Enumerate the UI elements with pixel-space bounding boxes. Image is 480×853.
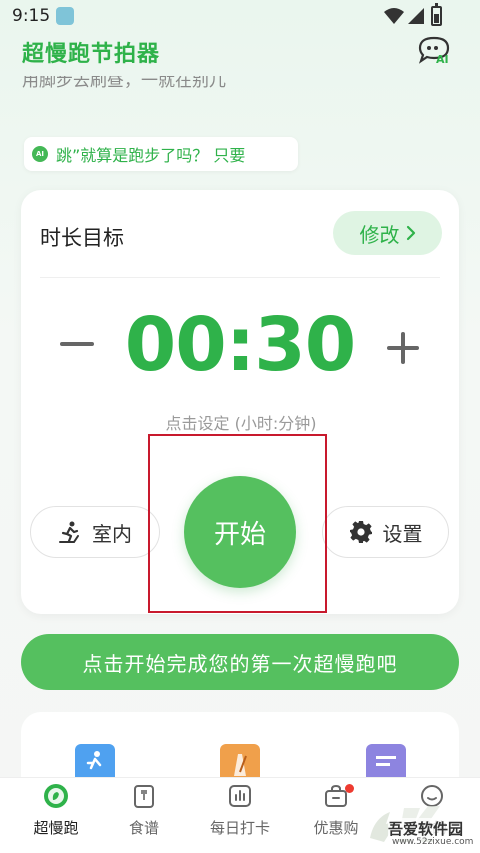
watermark-url: www.52zixue.com — [392, 837, 474, 847]
list-feature-icon[interactable] — [366, 744, 406, 778]
metronome-feature-icon[interactable] — [220, 744, 260, 778]
indoor-label: 室内 — [92, 521, 132, 546]
goal-label: 时长目标 — [40, 226, 124, 250]
app-title: 超慢跑节拍器 — [22, 42, 161, 67]
signal-icon — [408, 8, 424, 24]
app-notification-icon — [56, 7, 74, 25]
tab-label: 优惠购 — [313, 819, 359, 837]
modify-label: 修改 — [359, 222, 400, 247]
recipe-book-icon — [134, 785, 154, 808]
tab-label: 超慢跑 — [33, 819, 79, 837]
ai-chat-label: AI — [436, 53, 449, 64]
slow-run-tab-icon — [44, 784, 68, 808]
status-time: 9:15 — [12, 6, 51, 26]
battery-icon — [431, 3, 442, 26]
ai-chat-icon[interactable]: AI — [416, 34, 456, 64]
tab-slow-run[interactable]: 超慢跑 — [8, 783, 104, 838]
tab-daily-checkin[interactable]: 每日打卡 — [192, 783, 288, 838]
treadmill-runner-icon — [59, 521, 79, 543]
tab-label: 食谱 — [128, 819, 159, 837]
status-bar: 9:15 — [0, 0, 480, 34]
modify-button[interactable]: 修改 — [333, 211, 442, 255]
ai-tip-banner[interactable]: AI 跳”就算是跑步了吗？ 只要 — [24, 137, 298, 171]
tab-label: 每日打卡 — [209, 819, 270, 837]
marquee-text: 用脚步去刷昼，一就在别儿 — [22, 71, 226, 88]
cta-banner[interactable]: 点击开始完成您的第一次超慢跑吧 — [21, 634, 459, 690]
indoor-button[interactable]: 室内 — [30, 506, 160, 558]
wifi-icon — [384, 8, 404, 24]
tab-recipes[interactable]: 食谱 — [96, 783, 192, 838]
settings-label: 设置 — [382, 521, 423, 546]
minus-icon — [60, 342, 94, 346]
start-button[interactable]: 开始 — [184, 476, 296, 588]
notification-dot — [345, 784, 354, 793]
gear-icon — [349, 521, 372, 543]
running-feature-icon[interactable] — [75, 744, 115, 778]
time-display[interactable]: 00:30 — [122, 302, 358, 388]
chevron-right-icon — [406, 225, 415, 241]
chart-icon — [229, 785, 251, 807]
ai-tip-text: 跳”就算是跑步了吗？ 只要 — [56, 146, 246, 165]
ai-badge: AI — [32, 146, 48, 162]
increase-button[interactable] — [380, 325, 426, 371]
watermark-title: 吾爱软件园 — [388, 818, 464, 839]
divider — [40, 277, 440, 278]
time-hint: 点击设定 (小时:分钟) — [165, 414, 317, 433]
settings-button[interactable]: 设置 — [322, 506, 449, 558]
